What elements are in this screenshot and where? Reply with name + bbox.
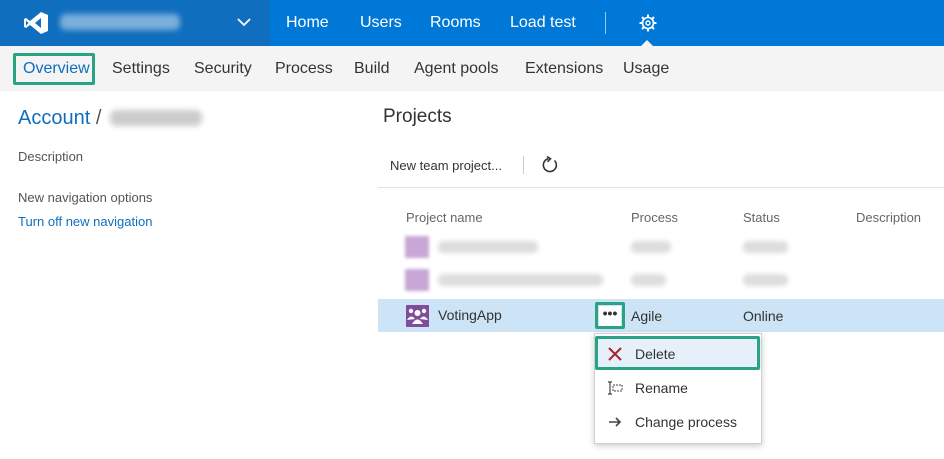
project-team-icon [406,305,429,327]
tab-usage[interactable]: Usage [623,60,669,78]
toolbar-divider [523,156,524,174]
page-title: Projects [383,106,452,127]
gear-icon[interactable] [639,14,657,32]
redacted-text [631,274,666,286]
nav-divider [605,12,606,34]
breadcrumb-separator: / [95,107,102,129]
visual-studio-logo-icon [24,12,48,34]
project-icon [405,269,429,291]
tab-settings[interactable]: Settings [112,60,170,78]
redacted-text [438,241,538,253]
more-actions-highlight-box [595,302,625,329]
rename-icon [608,381,623,395]
toolbar-divider-line [378,187,944,188]
refresh-icon[interactable] [540,155,560,175]
nav-rooms[interactable]: Rooms [430,14,481,32]
settings-subnav: Overview Settings Security Process Build… [0,46,944,91]
menu-item-rename[interactable]: Rename [595,373,761,403]
top-navigation-bar: Home Users Rooms Load test [0,0,944,46]
column-status[interactable]: Status [743,210,780,225]
redacted-text [438,274,603,286]
menu-item-label: Rename [635,380,688,396]
tab-build[interactable]: Build [354,60,390,78]
turn-off-navigation-link[interactable]: Turn off new navigation [18,214,152,229]
account-name-redacted [110,110,202,126]
status-cell: Online [743,308,784,324]
breadcrumb: Account / [18,106,101,130]
tab-process[interactable]: Process [275,60,333,78]
column-project-name[interactable]: Project name [406,210,483,225]
column-process[interactable]: Process [631,210,678,225]
process-cell: Agile [631,308,663,324]
new-team-project-button[interactable]: New team project... [390,158,502,173]
chevron-down-icon[interactable] [236,14,252,30]
nav-home[interactable]: Home [286,14,329,32]
project-icon [405,236,429,258]
redacted-text [631,241,671,253]
redacted-text [743,274,788,286]
navigation-options-label: New navigation options [18,190,153,205]
account-switcher[interactable] [0,0,270,46]
delete-highlight-box [595,336,760,370]
project-name-cell[interactable]: VotingApp [438,307,502,323]
menu-item-change-process[interactable]: Change process [595,407,761,437]
column-description[interactable]: Description [856,210,921,225]
tab-agent-pools[interactable]: Agent pools [414,60,499,78]
tab-security[interactable]: Security [194,60,252,78]
redacted-text [743,241,788,253]
arrow-right-icon [609,417,622,427]
description-label: Description [18,149,84,164]
menu-item-label: Change process [635,414,737,430]
nav-users[interactable]: Users [360,14,402,32]
breadcrumb-account-link[interactable]: Account [18,107,90,129]
account-name-redacted [60,14,180,30]
overview-highlight-box [13,53,95,85]
tab-extensions[interactable]: Extensions [525,60,603,78]
nav-load-test[interactable]: Load test [510,14,576,32]
